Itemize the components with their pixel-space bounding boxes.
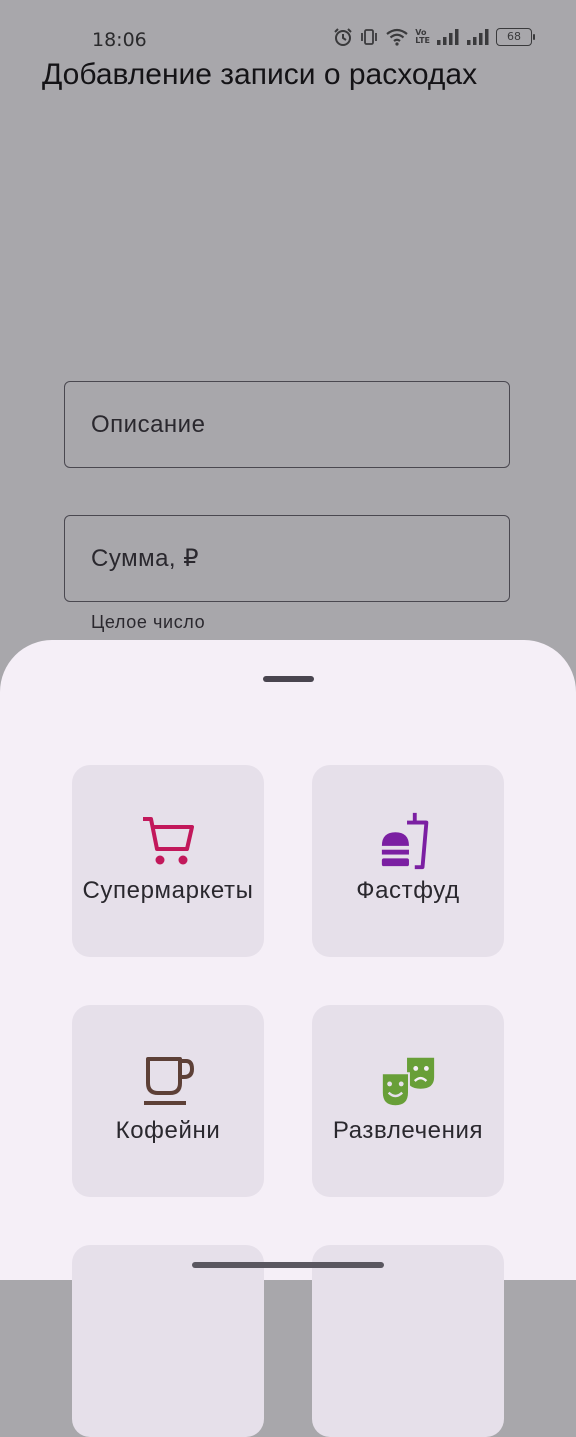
category-tile-entertainment[interactable]: Развлечения — [312, 1005, 504, 1197]
alarm-icon — [333, 27, 353, 47]
category-label: Развлечения — [332, 1117, 484, 1144]
lte-icon: Vo LTE — [415, 29, 430, 45]
shopping-cart-icon — [138, 811, 198, 871]
theater-masks-icon — [378, 1051, 438, 1111]
status-icons: Vo LTE 68 — [333, 27, 535, 47]
category-tile-fastfood[interactable]: Фастфуд — [312, 765, 504, 957]
status-time: 18:06 — [92, 29, 147, 51]
category-label: Супермаркеты — [82, 877, 254, 904]
amount-field[interactable]: Сумма, ₽ — [64, 515, 510, 602]
drag-handle[interactable] — [263, 676, 314, 682]
fastfood-icon — [378, 811, 438, 871]
page-title: Добавление записи о расходах — [42, 58, 478, 91]
wifi-icon — [385, 27, 409, 47]
category-tile-partial-left[interactable] — [72, 1245, 264, 1437]
amount-label: Сумма, ₽ — [91, 545, 200, 572]
category-tile-supermarkets[interactable]: Супермаркеты — [72, 765, 264, 957]
coffee-cup-icon — [138, 1051, 198, 1111]
category-tile-partial-right[interactable] — [312, 1245, 504, 1437]
description-label: Описание — [91, 411, 206, 438]
description-field[interactable]: Описание — [64, 381, 510, 468]
category-label: Фастфуд — [356, 877, 460, 904]
category-bottom-sheet: Супермаркеты Фастфуд Кофейни Развлечения — [0, 640, 576, 1437]
vibrate-icon — [359, 27, 379, 47]
battery-icon: 68 — [496, 28, 535, 46]
signal-icon-1 — [436, 28, 460, 46]
signal-icon-2 — [466, 28, 490, 46]
category-tile-coffee[interactable]: Кофейни — [72, 1005, 264, 1197]
lte-bottom: LTE — [415, 36, 430, 45]
amount-helper-text: Целое число — [91, 612, 206, 632]
gesture-navigation-bar[interactable] — [192, 1262, 384, 1268]
category-label: Кофейни — [115, 1117, 221, 1144]
